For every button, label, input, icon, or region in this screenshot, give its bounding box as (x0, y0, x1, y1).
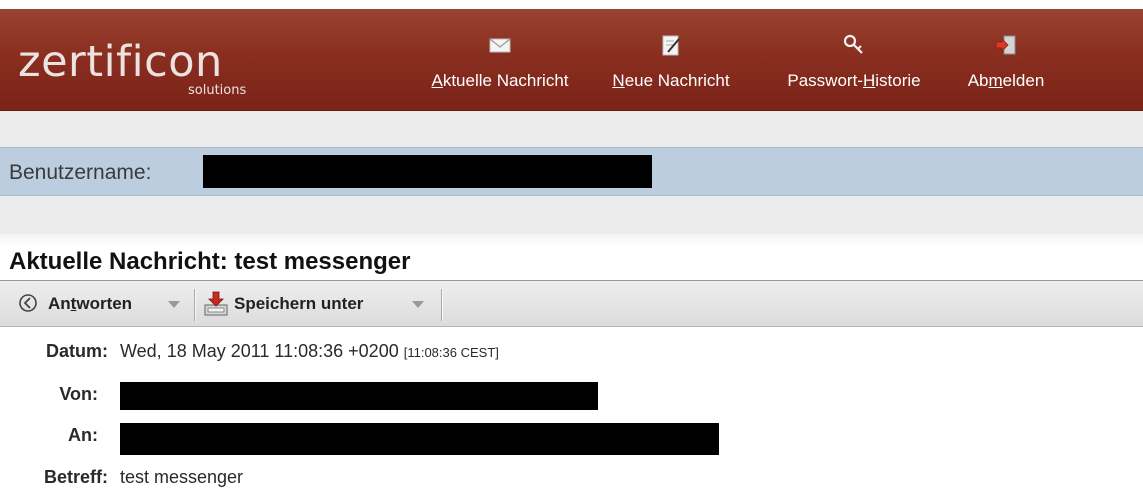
username-redaction (203, 155, 652, 188)
toolbar-separator (194, 289, 195, 321)
from-redaction (120, 382, 598, 410)
date-value: Wed, 18 May 2011 11:08:36 +0200 [11:08:3… (120, 341, 499, 361)
reply-icon (16, 291, 40, 315)
zertificon-logo: zertificon solutions (18, 39, 288, 109)
nav-logout-label: Abmelden (967, 71, 1045, 90)
toolbar-separator (441, 289, 442, 321)
envelope-icon (488, 33, 512, 57)
logout-door-icon (994, 33, 1018, 57)
nav-logout[interactable]: Abmelden (958, 33, 1054, 103)
nav-current-message[interactable]: Aktuelle Nachricht (413, 33, 587, 103)
logo-text: zertificon (18, 37, 223, 87)
from-row: Von: (0, 382, 1143, 414)
date-local-value: [11:08:36 CEST] (403, 345, 499, 360)
subject-value: test messenger (120, 467, 244, 487)
nav-current-message-label: Aktuelle Nachricht (431, 71, 569, 90)
save-as-label: Speichern unter (234, 294, 364, 313)
app-header: zertificon solutions Aktuelle Nachricht (0, 9, 1143, 111)
page-title: Aktuelle Nachricht: test messenger (9, 248, 411, 275)
nav-new-message[interactable]: Neue Nachricht (591, 33, 751, 103)
nav-password-history[interactable]: Passwort-Historie (754, 33, 954, 103)
message-toolbar: Antworten Speichern unter (0, 281, 1143, 327)
save-download-icon (202, 290, 230, 318)
save-as-button[interactable]: Speichern unter (200, 281, 435, 327)
to-row: An: (0, 423, 1143, 455)
save-as-dropdown-icon[interactable] (412, 301, 424, 308)
message-title-bar: Aktuelle Nachricht: test messenger (0, 234, 1143, 281)
date-row: Datum: Wed, 18 May 2011 11:08:36 +0200 [… (0, 341, 1143, 371)
date-label: Datum: (46, 341, 108, 361)
nav-password-history-label: Passwort-Historie (787, 71, 921, 90)
reply-label: Antworten (48, 294, 133, 313)
reply-button[interactable]: Antworten (8, 281, 188, 327)
subject-row: Betreff: test messenger (0, 467, 1143, 497)
from-label: Von: (59, 384, 98, 404)
spacer-band (0, 111, 1143, 147)
key-icon (842, 33, 866, 57)
username-label: Benutzername: (9, 161, 152, 184)
reply-dropdown-icon[interactable] (168, 301, 180, 308)
to-redaction (120, 423, 719, 455)
logo-subtext: solutions (188, 83, 247, 98)
subject-label: Betreff: (43, 467, 108, 487)
nav-new-message-label: Neue Nachricht (612, 71, 730, 90)
user-info-bar: Benutzername: (0, 147, 1143, 196)
notepad-pencil-icon (659, 33, 683, 57)
to-label: An: (68, 425, 98, 445)
spacer-band (0, 196, 1143, 234)
